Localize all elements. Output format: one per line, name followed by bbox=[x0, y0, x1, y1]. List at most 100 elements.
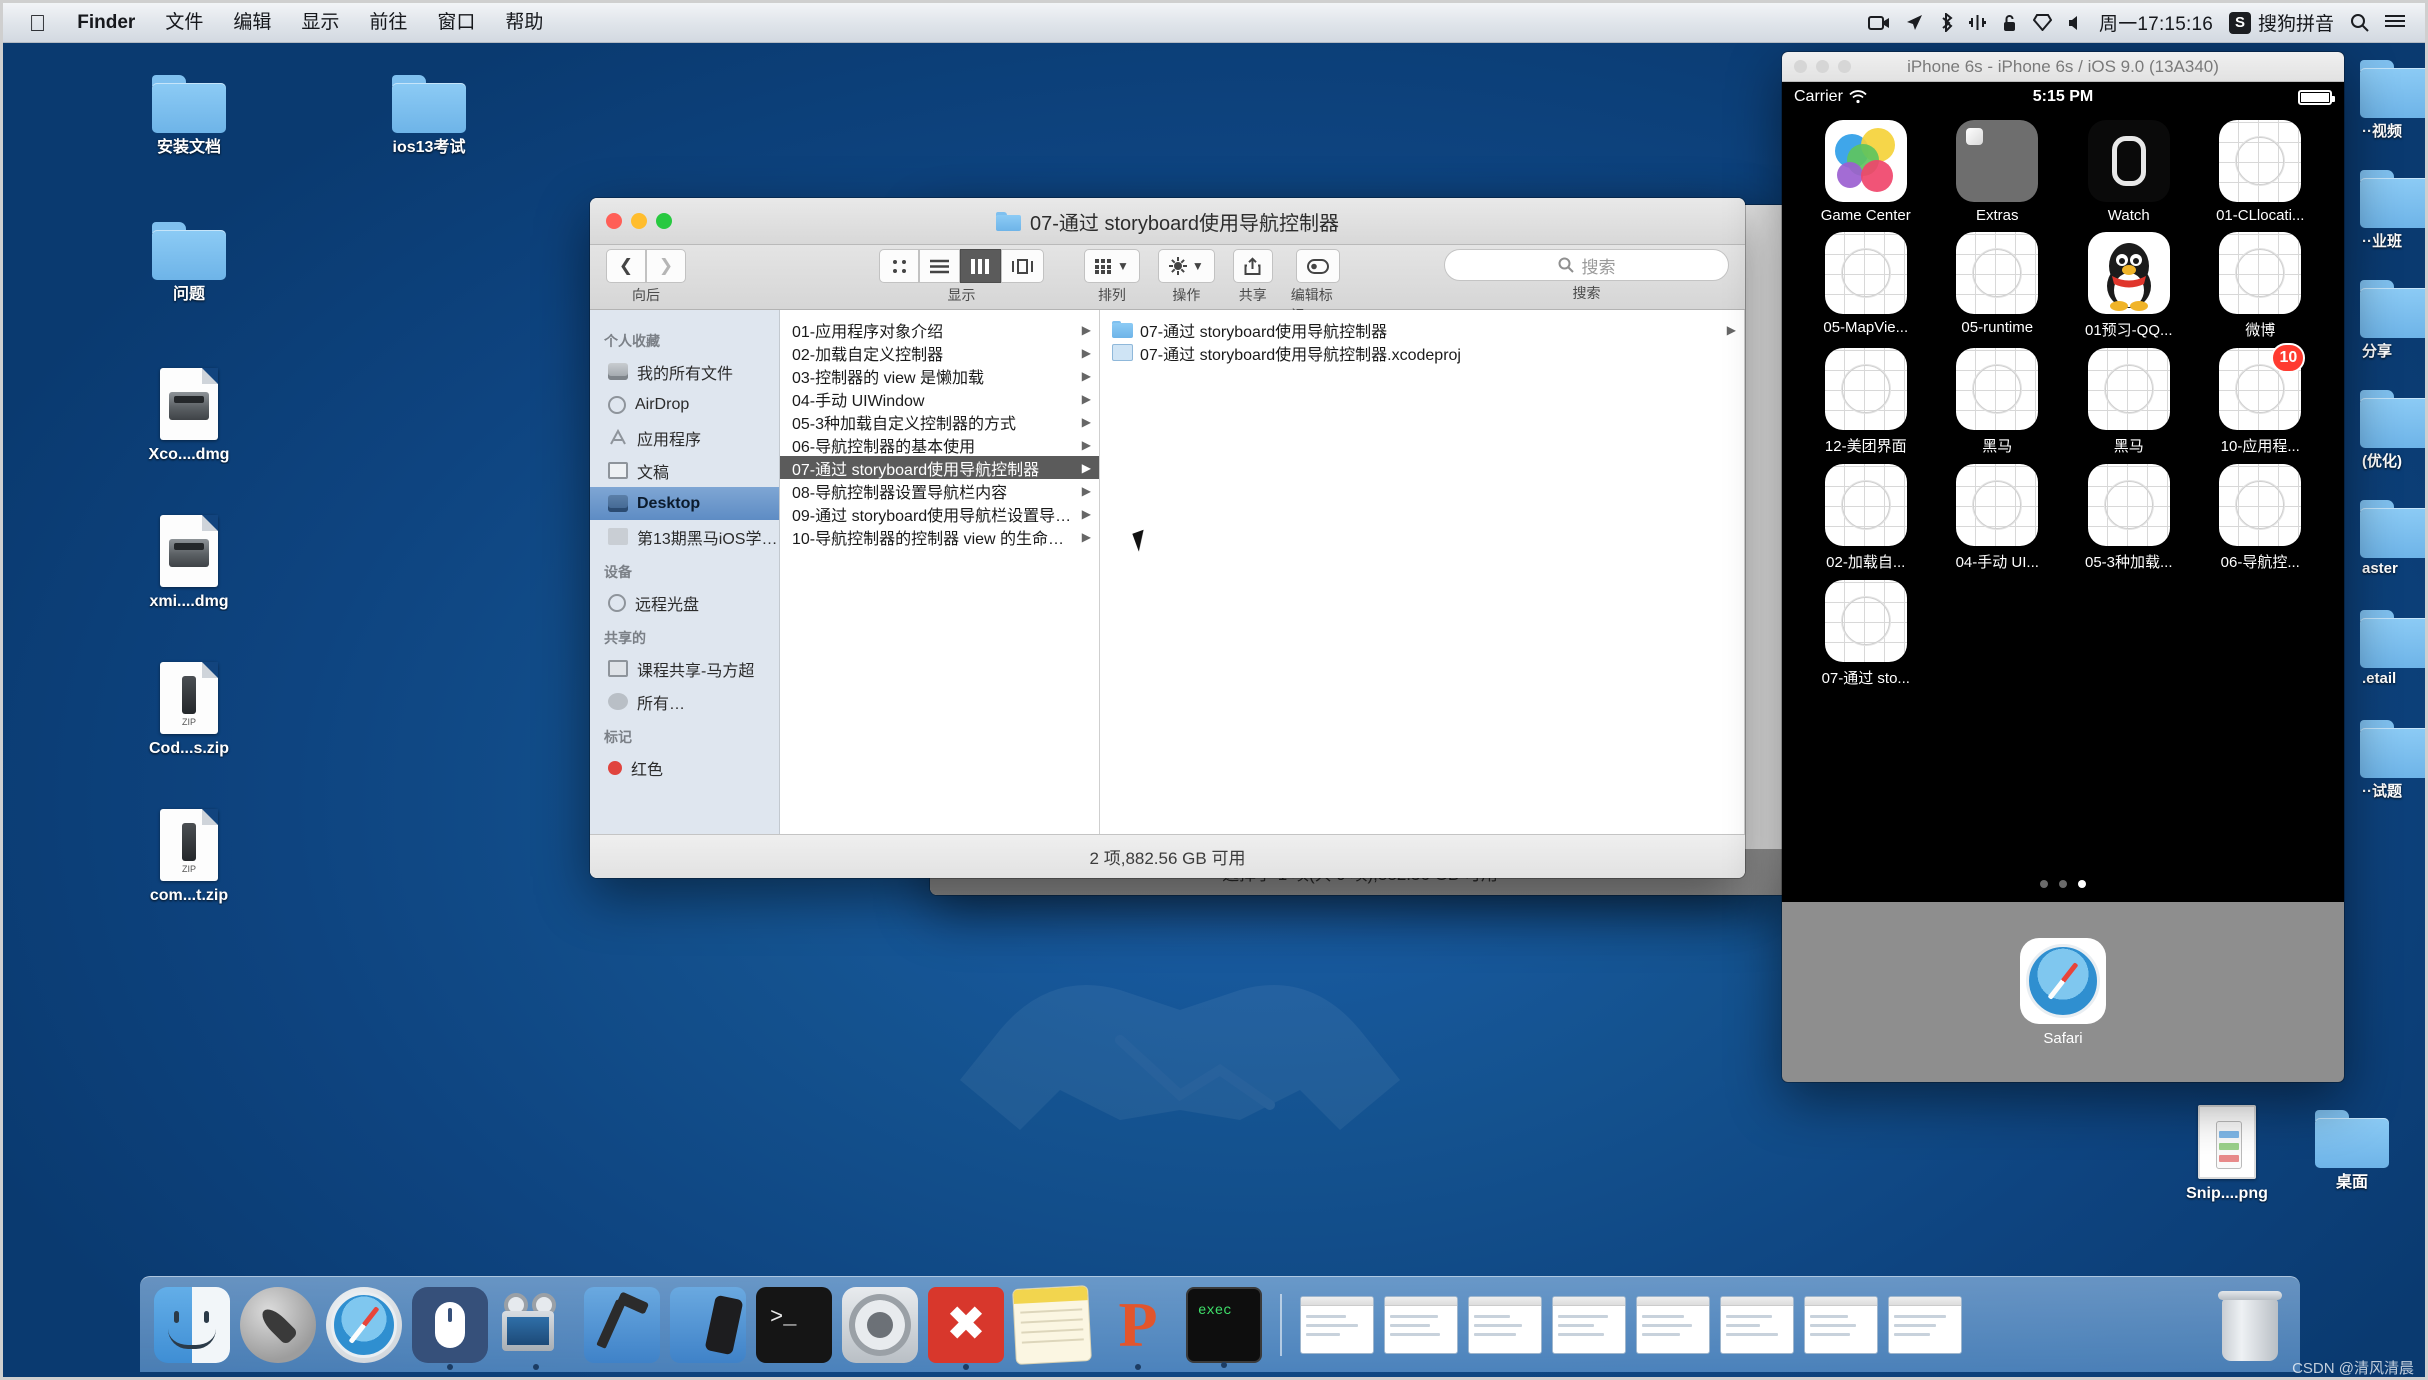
airplay-icon[interactable] bbox=[1969, 14, 1987, 31]
sidebar-item-airdrop[interactable]: AirDrop bbox=[590, 388, 779, 421]
menu-item-go[interactable]: 前往 bbox=[354, 10, 422, 36]
dock-item-simulator[interactable] bbox=[670, 1286, 746, 1363]
lock-icon[interactable] bbox=[2002, 14, 2017, 32]
app-icon-load-custom[interactable]: 02-加载自... bbox=[1800, 464, 1932, 572]
volume-icon[interactable] bbox=[2068, 15, 2083, 31]
menu-item-edit[interactable]: 编辑 bbox=[218, 10, 286, 36]
desktop-icon-folder[interactable]: 桌面 bbox=[2290, 1110, 2414, 1192]
sidebar-item-applications[interactable]: 应用程序 bbox=[590, 421, 779, 454]
file-row[interactable]: 05-3种加载自定义控制器的方式 ▶ bbox=[780, 410, 1099, 433]
bluetooth-icon[interactable] bbox=[1939, 13, 1953, 32]
notification-center-icon[interactable] bbox=[2385, 14, 2405, 31]
minimized-window[interactable] bbox=[1300, 1295, 1374, 1354]
file-row[interactable]: 10-导航控制器的控制器 view 的生命周期方法 ▶ bbox=[780, 525, 1099, 548]
page-dot-active[interactable] bbox=[2078, 880, 2086, 888]
file-row[interactable]: 04-手动 UIWindow ▶ bbox=[780, 387, 1099, 410]
app-icon-qq[interactable]: 01预习-QQ... bbox=[2063, 232, 2195, 340]
dock-item-trash[interactable] bbox=[2216, 1287, 2286, 1363]
search-input[interactable]: 搜索 bbox=[1444, 249, 1729, 281]
app-icon-mapview[interactable]: 05-MapVie... bbox=[1800, 232, 1932, 340]
minimized-window[interactable] bbox=[1552, 1295, 1626, 1354]
desktop-icon-png[interactable]: Snip....png bbox=[2165, 1105, 2289, 1203]
edit-tags-button[interactable] bbox=[1296, 249, 1341, 283]
sidebar-item-desktop[interactable]: Desktop bbox=[590, 487, 779, 520]
sidebar-item-documents[interactable]: 文稿 bbox=[590, 454, 779, 487]
menu-item-file[interactable]: 文件 bbox=[150, 10, 218, 36]
desktop-icon-folder[interactable]: 问题 bbox=[127, 222, 251, 304]
app-icon-watch[interactable]: Watch bbox=[2063, 120, 2195, 224]
minimize-button[interactable] bbox=[631, 213, 647, 229]
dock-item-terminal[interactable]: >_ bbox=[756, 1286, 832, 1363]
desktop-icon-folder[interactable]: ··业班 bbox=[2360, 170, 2428, 280]
sidebar-item-red-tag[interactable]: 红色 bbox=[590, 751, 779, 784]
back-button[interactable]: ❮ bbox=[606, 249, 646, 283]
zoom-button[interactable] bbox=[656, 213, 672, 229]
dock-item-system-preferences[interactable] bbox=[842, 1286, 918, 1363]
file-row[interactable]: 07-通过 storyboard使用导航控制器.xcodeproj bbox=[1100, 341, 1744, 364]
desktop-icon-folder[interactable]: (优化) bbox=[2360, 390, 2428, 500]
dock-item-xmind[interactable]: ✖ bbox=[928, 1286, 1004, 1370]
safari-icon[interactable] bbox=[2020, 937, 2106, 1024]
simulator-screen[interactable]: Carrier 5:15 PM Game Center Extras Watch… bbox=[1782, 82, 2344, 1082]
page-dot[interactable] bbox=[2040, 880, 2048, 888]
grid-view-icon[interactable] bbox=[879, 249, 919, 283]
input-method-indicator[interactable]: S 搜狗拼音 bbox=[2228, 9, 2334, 36]
sidebar-item-remote-disc[interactable]: 远程光盘 bbox=[590, 586, 779, 619]
minimized-window[interactable] bbox=[1468, 1295, 1542, 1354]
desktop-icon-zip[interactable]: ZIP com...t.zip bbox=[127, 809, 251, 905]
desktop-icon-folder[interactable]: 安装文档 bbox=[127, 75, 251, 157]
page-dot[interactable] bbox=[2059, 880, 2067, 888]
action-button[interactable]: ▼ bbox=[1157, 249, 1215, 283]
desktop-icon-folder[interactable]: ··试题 bbox=[2360, 720, 2428, 830]
dock-item-launchpad[interactable] bbox=[240, 1286, 316, 1363]
desktop-icon-folder[interactable]: ··视频 bbox=[2360, 60, 2428, 170]
minimized-window[interactable] bbox=[1804, 1295, 1878, 1354]
dock-item-notes[interactable] bbox=[1012, 1284, 1092, 1365]
file-row-selected[interactable]: 07-通过 storyboard使用导航控制器 ▶ bbox=[780, 456, 1099, 479]
close-button[interactable] bbox=[606, 213, 622, 229]
app-icon-meituan[interactable]: 12-美团界面 bbox=[1800, 348, 1932, 456]
diamond-icon[interactable] bbox=[2033, 14, 2053, 31]
sidebar-item-all-files[interactable]: 我的所有文件 bbox=[590, 355, 779, 388]
file-row[interactable]: 03-控制器的 view 是懒加载 ▶ bbox=[780, 364, 1099, 387]
file-row[interactable]: 01-应用程序对象介绍 ▶ bbox=[780, 318, 1099, 341]
menu-item-view[interactable]: 显示 bbox=[286, 10, 354, 36]
app-icon-cllocation[interactable]: 01-CLlocati... bbox=[2195, 120, 2327, 224]
menu-item-finder[interactable]: Finder bbox=[62, 10, 150, 36]
app-icon-three-ways[interactable]: 05-3种加载... bbox=[2063, 464, 2195, 572]
app-icon-storyboard-nav[interactable]: 07-通过 sto... bbox=[1800, 580, 1932, 688]
dock-item-quicktime[interactable] bbox=[498, 1287, 574, 1370]
app-icon-game-center[interactable]: Game Center bbox=[1800, 120, 1932, 224]
menu-item-help[interactable]: 帮助 bbox=[490, 10, 558, 36]
desktop-icon-dmg[interactable]: xmi....dmg bbox=[127, 515, 251, 611]
ios-simulator-window[interactable]: iPhone 6s - iPhone 6s / iOS 9.0 (13A340)… bbox=[1782, 52, 2344, 1082]
dock-item-paintcode[interactable]: P bbox=[1100, 1287, 1176, 1370]
coverflow-view-icon[interactable] bbox=[1001, 249, 1044, 283]
desktop-icon-folder[interactable]: 分享 bbox=[2360, 280, 2428, 390]
file-row[interactable]: 09-通过 storyboard使用导航栏设置导航栏内容 ▶ bbox=[780, 502, 1099, 525]
file-row[interactable]: 08-导航控制器设置导航栏内容 ▶ bbox=[780, 479, 1099, 502]
arrange-button[interactable]: ▼ bbox=[1084, 249, 1140, 283]
dock-item-mouse[interactable] bbox=[412, 1286, 488, 1370]
app-icon-manual-uiwindow[interactable]: 04-手动 UI... bbox=[1932, 464, 2064, 572]
sidebar-item-course-folder[interactable]: 第13期黑马iOS学科… bbox=[590, 520, 779, 553]
file-row[interactable]: 02-加载自定义控制器 ▶ bbox=[780, 341, 1099, 364]
app-icon-extras[interactable]: Extras bbox=[1932, 120, 2064, 224]
minimized-window[interactable] bbox=[1636, 1295, 1710, 1354]
menu-item-window[interactable]: 窗口 bbox=[422, 10, 490, 36]
simulator-titlebar[interactable]: iPhone 6s - iPhone 6s / iOS 9.0 (13A340) bbox=[1782, 52, 2344, 82]
minimized-window[interactable] bbox=[1720, 1295, 1794, 1354]
minimized-window[interactable] bbox=[1384, 1295, 1458, 1354]
minimized-window[interactable] bbox=[1888, 1295, 1962, 1354]
dock-item-finder[interactable] bbox=[154, 1286, 230, 1363]
dock-item-exec[interactable]: exec bbox=[1186, 1286, 1262, 1368]
app-icon-heima-2[interactable]: 黑马 bbox=[2063, 348, 2195, 456]
sidebar-item-all-network[interactable]: 所有… bbox=[590, 685, 779, 718]
finder-window[interactable]: 07-通过 storyboard使用导航控制器 ❮ ❯ 向后 显示 ▼ 排列 ▼… bbox=[590, 198, 1745, 878]
window-traffic-lights[interactable] bbox=[606, 213, 672, 229]
list-view-icon[interactable] bbox=[919, 249, 960, 283]
file-row[interactable]: 07-通过 storyboard使用导航控制器 ▶ bbox=[1100, 318, 1744, 341]
forward-button[interactable]: ❯ bbox=[646, 249, 686, 283]
desktop-icon-dmg[interactable]: Xco....dmg bbox=[127, 368, 251, 464]
spotlight-search-icon[interactable] bbox=[2350, 13, 2369, 32]
